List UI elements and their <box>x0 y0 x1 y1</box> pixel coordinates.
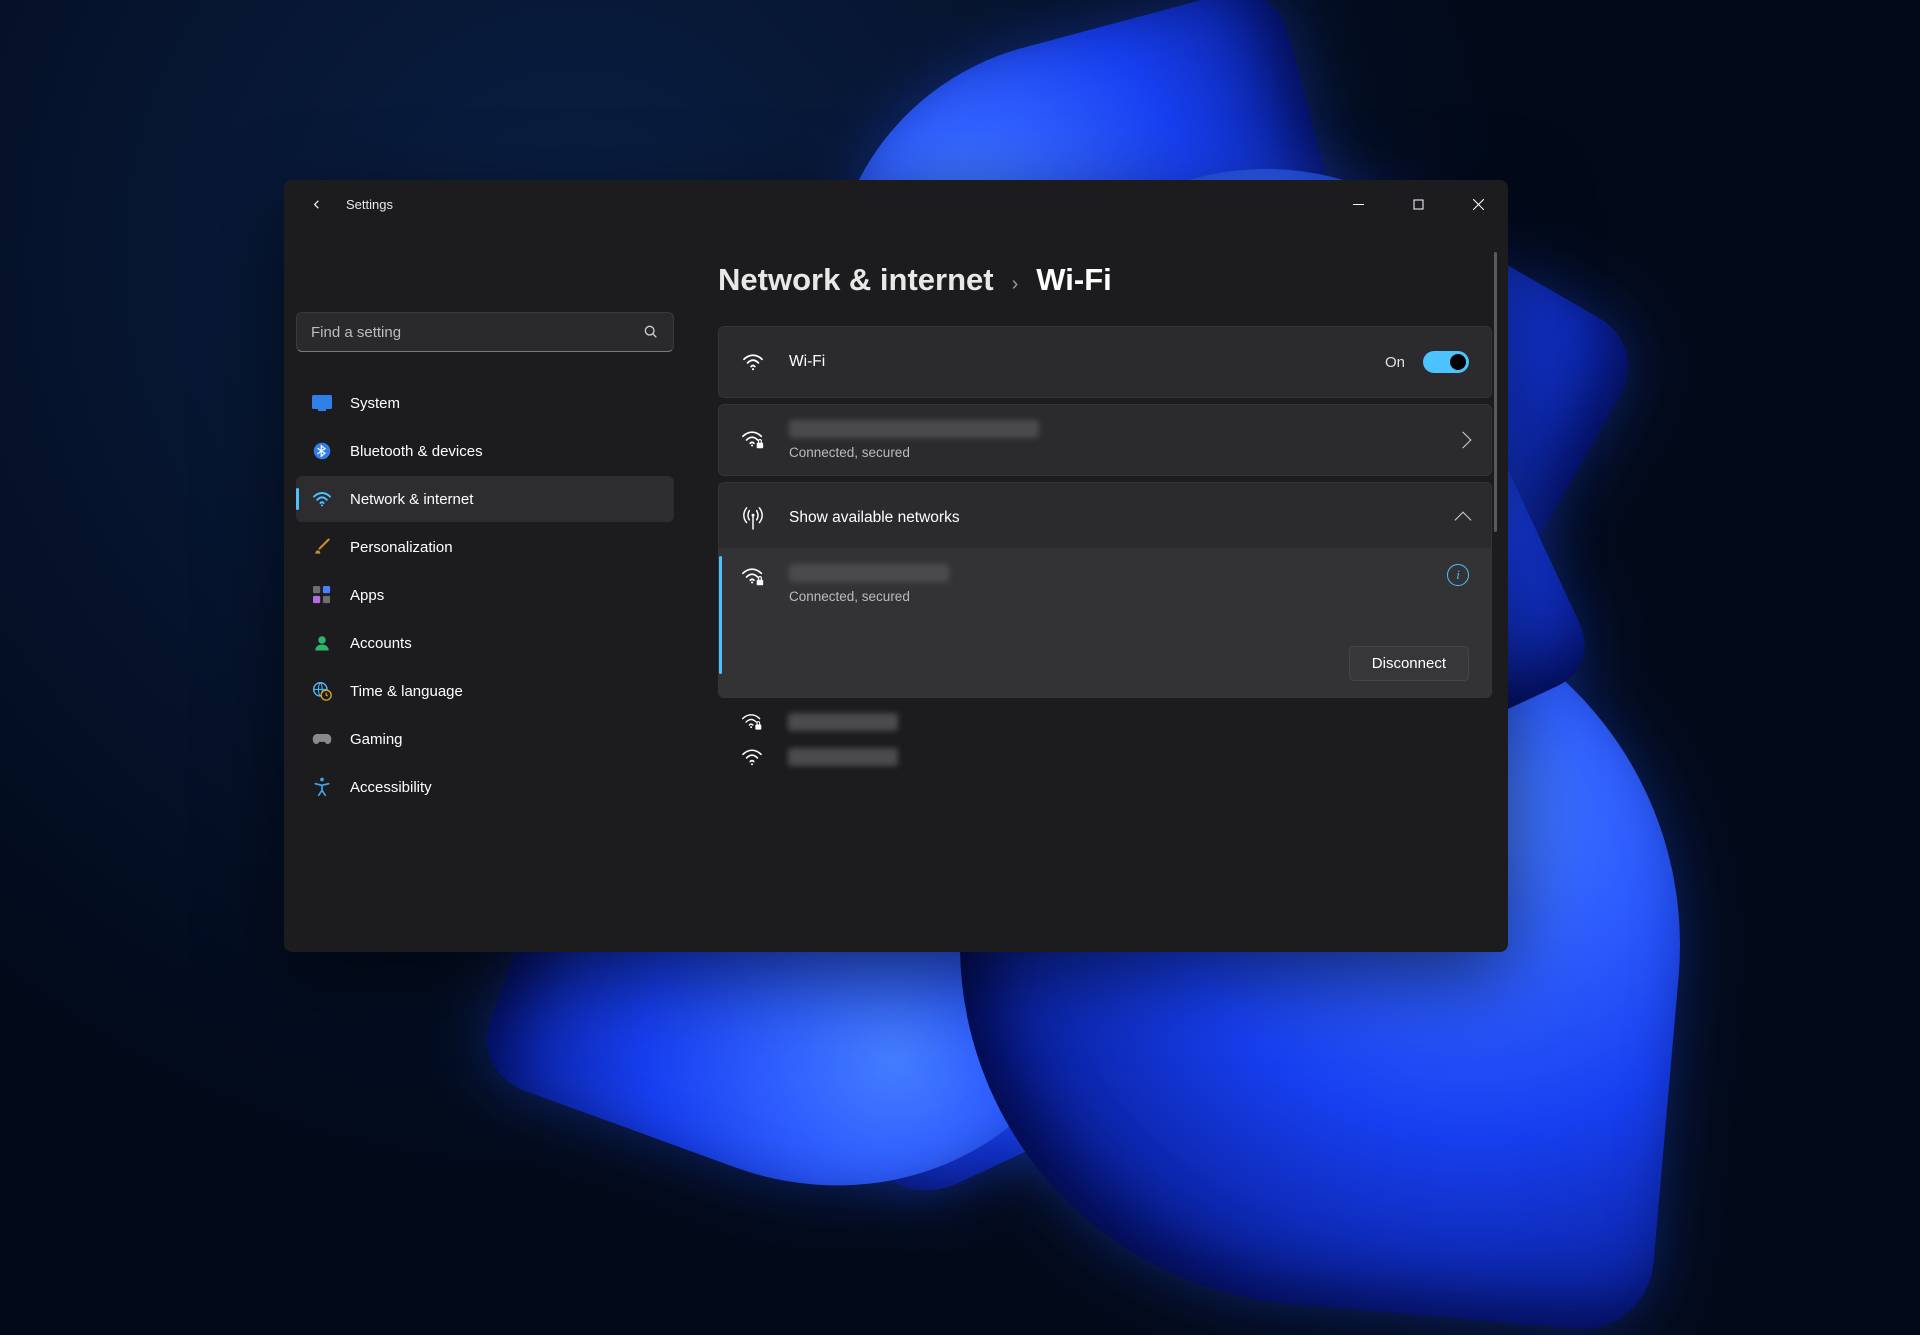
search-input[interactable] <box>311 324 643 341</box>
scrollbar-track <box>1492 240 1498 952</box>
sidebar-item-accessibility[interactable]: Accessibility <box>296 764 674 810</box>
account-area <box>296 228 674 312</box>
sidebar-item-label: Time & language <box>350 683 463 700</box>
chevron-right-icon <box>1455 432 1472 449</box>
sidebar-item-label: Accounts <box>350 635 412 652</box>
network-item-name <box>788 713 898 731</box>
sidebar-item-label: Apps <box>350 587 384 604</box>
search-icon <box>643 324 659 340</box>
selected-network-panel: Connected, secured i Disconnect <box>718 548 1492 698</box>
gamepad-icon <box>312 729 332 749</box>
sidebar-item-system[interactable]: System <box>296 380 674 426</box>
network-item-name <box>788 748 898 766</box>
connected-network-status: Connected, secured <box>789 445 1457 460</box>
maximize-button[interactable] <box>1388 184 1448 224</box>
sidebar-item-label: Gaming <box>350 731 403 748</box>
network-item[interactable] <box>718 740 1492 774</box>
sidebar-item-label: Personalization <box>350 539 453 556</box>
wifi-secured-icon <box>741 566 765 588</box>
sidebar-item-gaming[interactable]: Gaming <box>296 716 674 762</box>
antenna-icon <box>741 506 765 530</box>
sidebar-item-label: Accessibility <box>350 779 432 796</box>
search-box[interactable] <box>296 312 674 352</box>
display-icon <box>312 393 332 413</box>
globe-clock-icon <box>312 681 332 701</box>
sidebar-item-personalization[interactable]: Personalization <box>296 524 674 570</box>
wifi-toggle[interactable] <box>1423 351 1469 373</box>
disconnect-button[interactable]: Disconnect <box>1349 646 1469 681</box>
connected-network-name <box>789 420 1457 443</box>
sidebar-item-label: Bluetooth & devices <box>350 443 483 460</box>
sidebar-item-accounts[interactable]: Accounts <box>296 620 674 666</box>
scrollbar-thumb[interactable] <box>1494 252 1497 532</box>
titlebar: Settings <box>284 180 1508 228</box>
breadcrumb-parent[interactable]: Network & internet <box>718 262 994 298</box>
main-content: Network & internet › Wi-Fi Wi-Fi <box>686 228 1508 952</box>
sidebar-item-label: Network & internet <box>350 491 473 508</box>
available-networks-title: Show available networks <box>789 509 1457 527</box>
breadcrumb-current: Wi-Fi <box>1036 262 1111 298</box>
sidebar: System Bluetooth & devices Ne <box>284 228 686 952</box>
settings-window: Settings <box>284 180 1508 952</box>
breadcrumb: Network & internet › Wi-Fi <box>718 262 1492 298</box>
back-button[interactable] <box>300 188 332 220</box>
network-item-name <box>789 564 1447 587</box>
person-icon <box>312 633 332 653</box>
apps-icon <box>312 585 332 605</box>
sidebar-item-network[interactable]: Network & internet <box>296 476 674 522</box>
wifi-card-title: Wi-Fi <box>789 353 1385 371</box>
chevron-up-icon <box>1455 512 1472 529</box>
bluetooth-icon <box>312 441 332 461</box>
accessibility-icon <box>312 777 332 797</box>
sidebar-item-time-language[interactable]: Time & language <box>296 668 674 714</box>
brush-icon <box>312 537 332 557</box>
sidebar-nav: System Bluetooth & devices Ne <box>296 380 674 810</box>
wifi-secured-icon <box>740 712 764 732</box>
wifi-icon <box>740 748 764 766</box>
network-item-status: Connected, secured <box>789 589 1447 604</box>
wifi-toggle-label: On <box>1385 354 1405 371</box>
info-icon[interactable]: i <box>1447 564 1469 586</box>
connected-network-card[interactable]: Connected, secured <box>718 404 1492 476</box>
window-title: Settings <box>346 197 393 212</box>
wifi-icon <box>312 489 332 509</box>
sidebar-item-bluetooth[interactable]: Bluetooth & devices <box>296 428 674 474</box>
breadcrumb-separator-icon: › <box>1012 273 1019 296</box>
wifi-secured-icon <box>741 429 765 451</box>
sidebar-item-apps[interactable]: Apps <box>296 572 674 618</box>
wifi-toggle-card: Wi-Fi On <box>718 326 1492 398</box>
wifi-icon <box>741 353 765 371</box>
available-networks-card[interactable]: Show available networks <box>718 482 1492 554</box>
minimize-button[interactable] <box>1328 184 1388 224</box>
sidebar-item-label: System <box>350 395 400 412</box>
network-item[interactable] <box>718 704 1492 740</box>
